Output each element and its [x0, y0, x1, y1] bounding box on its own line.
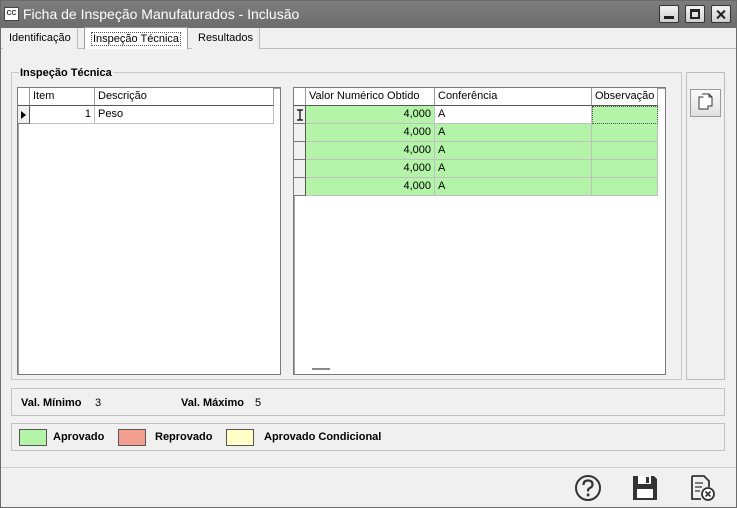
maximize-icon: [690, 9, 700, 19]
help-icon: [575, 475, 601, 501]
header-descricao[interactable]: Descrição: [95, 88, 274, 106]
cell-item[interactable]: 1: [30, 106, 95, 124]
results-grid[interactable]: Valor Numérico Obtido Conferência Observ…: [293, 87, 666, 375]
cell-valor[interactable]: 4,000: [306, 178, 435, 196]
row-indicator[interactable]: [294, 124, 306, 142]
text-cursor-icon: [297, 109, 303, 121]
side-panel: [686, 72, 725, 380]
cell-observacao[interactable]: [592, 142, 658, 160]
limits-bar: [11, 388, 725, 416]
legend-swatch-aprovado-condicional: [226, 429, 254, 446]
legend-swatch-aprovado: [19, 429, 47, 446]
tab-label: Inspeção Técnica: [91, 32, 182, 46]
tab-label: Resultados: [198, 32, 254, 44]
header-item[interactable]: Item: [30, 88, 95, 106]
row-indicator[interactable]: [294, 160, 306, 178]
grid-corner: [18, 88, 30, 106]
group-title: Inspeção Técnica: [19, 67, 113, 79]
cell-observacao[interactable]: [592, 124, 658, 142]
min-value: 3: [95, 397, 102, 409]
toolbar-separator: [1, 467, 736, 468]
cell-valor[interactable]: 4,000: [306, 160, 435, 178]
cell-valor[interactable]: 4,000: [306, 142, 435, 160]
tab-resultados[interactable]: Resultados: [192, 28, 261, 49]
cell-observacao[interactable]: [592, 160, 658, 178]
cell-conferencia[interactable]: A: [435, 160, 592, 178]
cell-valor[interactable]: 4,000: [306, 124, 435, 142]
grid-corner: [294, 88, 306, 106]
legend-label-aprovado: Aprovado: [53, 431, 105, 443]
header-conferencia[interactable]: Conferência: [435, 88, 592, 106]
window-title: Ficha de Inspeção Manufaturados - Inclus…: [23, 6, 300, 22]
cell-observacao[interactable]: [592, 178, 658, 196]
row-indicator[interactable]: [294, 106, 306, 124]
copy-document-icon: [698, 93, 713, 110]
application-window: CC Ficha de Inspeção Manufaturados - Inc…: [0, 0, 737, 508]
copy-button[interactable]: [690, 89, 721, 117]
horizontal-scrollbar[interactable]: [312, 368, 330, 370]
row-indicator[interactable]: [294, 178, 306, 196]
minimize-button[interactable]: [659, 5, 679, 23]
cell-descricao[interactable]: Peso: [95, 106, 274, 124]
max-value: 5: [255, 397, 262, 409]
minimize-icon: [664, 16, 674, 19]
cell-valor[interactable]: 4,000: [306, 106, 435, 124]
cell-conferencia[interactable]: A: [435, 178, 592, 196]
legend-label-reprovado: Reprovado: [155, 431, 213, 443]
current-row-arrow-icon: [21, 111, 26, 119]
legend-swatch-reprovado: [118, 429, 146, 446]
cancel-document-icon: [691, 475, 715, 501]
max-label: Val. Máximo: [181, 397, 244, 409]
min-label: Val. Mínimo: [21, 397, 82, 409]
close-icon: [716, 10, 726, 19]
cancel-button[interactable]: [687, 473, 717, 503]
cell-conferencia[interactable]: A: [435, 106, 592, 124]
tab-label: Identificação: [9, 32, 71, 44]
close-button[interactable]: [711, 5, 731, 23]
cell-observacao[interactable]: [592, 106, 658, 124]
help-button[interactable]: [573, 473, 603, 503]
row-indicator[interactable]: [294, 142, 306, 160]
row-indicator[interactable]: [18, 106, 30, 124]
tab-inspecao-tecnica[interactable]: Inspeção Técnica: [84, 27, 189, 49]
app-icon: CC: [4, 7, 19, 21]
legend-label-aprovado-condicional: Aprovado Condicional: [264, 431, 382, 443]
header-valor[interactable]: Valor Numérico Obtido: [306, 88, 435, 106]
items-grid[interactable]: Item Descrição 1 Peso: [17, 87, 281, 375]
header-observacao[interactable]: Observação: [592, 88, 658, 106]
maximize-button[interactable]: [685, 5, 705, 23]
cell-conferencia[interactable]: A: [435, 124, 592, 142]
tab-identificacao[interactable]: Identificação: [3, 28, 78, 49]
cell-conferencia[interactable]: A: [435, 142, 592, 160]
floppy-disk-icon: [633, 476, 657, 500]
title-bar[interactable]: CC Ficha de Inspeção Manufaturados - Inc…: [1, 1, 736, 28]
save-button[interactable]: [630, 473, 660, 503]
vertical-scrollbar[interactable]: [665, 118, 666, 218]
